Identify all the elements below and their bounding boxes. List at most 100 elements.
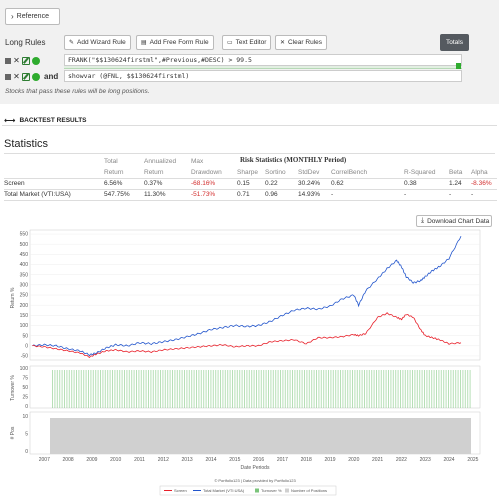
- column-header: R-Squared: [404, 168, 436, 176]
- turnover-bar: [145, 370, 147, 408]
- turnover-bar: [462, 370, 464, 408]
- y-tick-label: 200: [20, 303, 29, 309]
- resize-handle[interactable]: [456, 63, 461, 69]
- turnover-bar: [282, 370, 284, 408]
- turnover-bar: [66, 370, 68, 408]
- text-editor-button[interactable]: ▭ Text Editor: [222, 35, 272, 50]
- totals-button[interactable]: Totals: [440, 34, 469, 51]
- turnover-bar: [119, 370, 121, 408]
- turnover-bar: [246, 370, 248, 408]
- y-tick-label: 450: [20, 252, 29, 258]
- status-dot-icon: [32, 56, 40, 65]
- turnover-bar: [409, 370, 411, 408]
- edit-icon[interactable]: [22, 56, 30, 65]
- long-rules-title: Long Rules: [5, 38, 46, 47]
- turnover-bar: [71, 370, 73, 408]
- turnover-bar: [265, 370, 267, 408]
- turnover-bar: [121, 370, 123, 408]
- turnover-bar: [138, 370, 140, 408]
- column-header: CorrelBench: [331, 168, 368, 176]
- turnover-bar: [64, 370, 65, 408]
- cell: -: [449, 191, 452, 198]
- cell: 6.56%: [104, 180, 123, 187]
- turnover-bar: [239, 370, 241, 408]
- turnover-bar: [109, 370, 111, 408]
- y-tick-label: 50: [22, 385, 28, 391]
- y-tick-label: 5: [25, 432, 28, 438]
- edit-icon[interactable]: [22, 72, 30, 81]
- clear-rules-label: Clear Rules: [288, 39, 322, 46]
- legend-item-positions[interactable]: Number of Positions: [285, 488, 327, 493]
- turnover-bar: [380, 370, 382, 408]
- reference-label: Reference: [16, 13, 49, 20]
- turnover-bar: [83, 370, 85, 408]
- x-tick-label: 2009: [86, 457, 97, 463]
- turnover-bar: [152, 370, 154, 408]
- turnover-bar: [364, 370, 365, 408]
- turnover-bar: [385, 370, 387, 408]
- download-chart-data-button[interactable]: ⤓ Download Chart Data: [416, 215, 492, 227]
- turnover-bar: [174, 370, 176, 408]
- text-editor-icon: ▭: [227, 40, 233, 46]
- turnover-bar: [114, 370, 116, 408]
- rule-formula-field[interactable]: FRANK("$$130624firstml",#Previous,#DESC)…: [64, 54, 462, 66]
- delete-icon[interactable]: ✕: [13, 72, 20, 81]
- turnover-bar: [313, 370, 315, 408]
- turnover-bar: [52, 370, 53, 408]
- turnover-bar: [464, 370, 466, 408]
- turnover-bar: [337, 370, 339, 408]
- rule-row: ✕: [5, 54, 40, 67]
- positions-area: [50, 418, 471, 454]
- rule-row: ✕ and: [5, 70, 58, 83]
- x-tick-label: 2018: [301, 457, 312, 463]
- cell: 11.30%: [144, 191, 166, 198]
- turnover-bar: [287, 370, 289, 408]
- divider: [4, 153, 495, 154]
- turnover-bar: [335, 370, 337, 408]
- turnover-bar: [412, 370, 413, 408]
- turnover-bar: [140, 370, 142, 408]
- turnover-bar: [392, 370, 394, 408]
- turnover-bar: [188, 370, 190, 408]
- cell: -: [331, 191, 334, 198]
- delete-icon[interactable]: ✕: [13, 56, 20, 65]
- y-tick-label: 0: [25, 449, 28, 455]
- x-tick-label: 2017: [277, 457, 288, 463]
- turnover-bar: [104, 370, 106, 408]
- turnover-bar: [443, 370, 445, 408]
- text-editor-label: Text Editor: [235, 39, 267, 46]
- turnover-bar: [457, 370, 459, 408]
- turnover-bar: [407, 370, 409, 408]
- drag-handle-icon[interactable]: [5, 73, 11, 80]
- y-tick-label: 10: [22, 414, 28, 420]
- drag-handle-icon[interactable]: [5, 57, 11, 64]
- x-tick-label: 2010: [110, 457, 121, 463]
- x-tick-label: 2014: [205, 457, 216, 463]
- turnover-bar: [162, 370, 164, 408]
- turnover-bar: [452, 370, 454, 408]
- add-wizard-rule-button[interactable]: ✎ Add Wizard Rule: [64, 35, 131, 50]
- positions-axis-label: # Pos: [10, 426, 16, 439]
- backtest-header[interactable]: ⟷ BACKTEST RESULTS: [4, 116, 87, 125]
- turnover-bar: [212, 370, 214, 408]
- x-axis-label: Date Periods: [241, 465, 270, 471]
- add-free-form-rule-button[interactable]: ▤ Add Free Form Rule: [136, 35, 214, 50]
- turnover-bar: [390, 370, 392, 408]
- turnover-bar: [330, 370, 332, 408]
- rules-helper-text: Stocks that pass these rules will be lon…: [5, 88, 150, 95]
- y-tick-label: 400: [20, 262, 29, 268]
- turnover-bar: [73, 370, 75, 408]
- turnover-bar: [402, 370, 404, 408]
- x-tick-label: 2023: [420, 457, 431, 463]
- turnover-bar: [294, 370, 296, 408]
- turnover-bar: [440, 370, 442, 408]
- turnover-bar: [210, 370, 212, 408]
- column-header: Alpha: [471, 168, 488, 176]
- clear-rules-button[interactable]: ✕ Clear Rules: [275, 35, 327, 50]
- turnover-bar: [208, 370, 209, 408]
- download-icon: ⤓: [421, 217, 425, 224]
- cell: 0.37%: [144, 180, 163, 187]
- turnover-bar: [126, 370, 128, 408]
- rule-formula-field[interactable]: showvar (@FNL, $$130624firstml): [64, 70, 462, 82]
- reference-button[interactable]: › Reference: [5, 8, 60, 25]
